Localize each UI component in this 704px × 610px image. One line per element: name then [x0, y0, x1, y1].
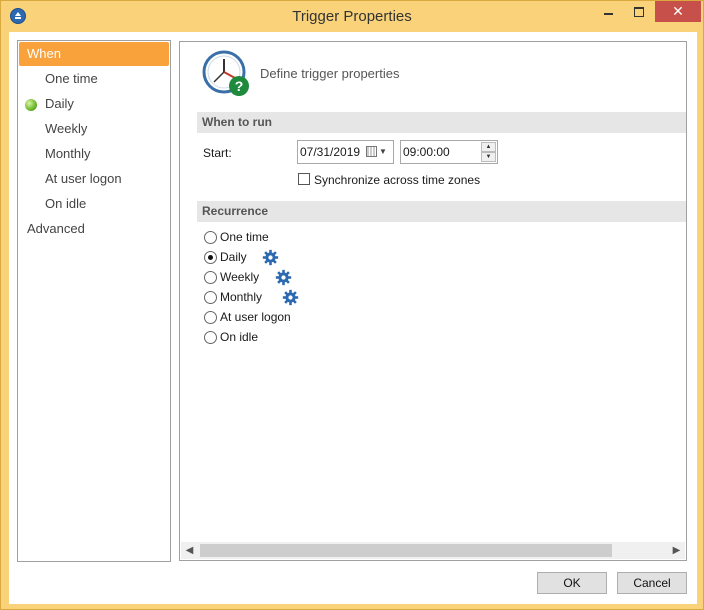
header-title: Define trigger properties [260, 66, 400, 81]
at-user-logon-label[interactable]: At user logon [220, 310, 291, 324]
spin-up-icon[interactable]: ▲ [481, 142, 496, 152]
ok-button[interactable]: OK [537, 572, 607, 594]
monthly-label[interactable]: Monthly [220, 290, 262, 304]
svg-text:?: ? [235, 78, 244, 94]
close-button[interactable]: ✕ [655, 1, 701, 22]
nav-item-advanced[interactable]: Advanced [19, 217, 169, 241]
green-dot-icon [25, 99, 37, 111]
cancel-button[interactable]: Cancel [617, 572, 687, 594]
nav-item-daily[interactable]: Daily [19, 92, 169, 116]
minimize-button[interactable] [595, 1, 623, 23]
one-time-label[interactable]: One time [220, 230, 269, 244]
start-time-input[interactable]: 09:00:00 ▲ ▼ [400, 140, 498, 164]
chevron-down-icon[interactable]: ▼ [379, 141, 387, 163]
at-user-logon-radio[interactable] [204, 311, 217, 324]
nav-item-at-user-logon[interactable]: At user logon [19, 167, 169, 191]
when-to-run-section: When to run [197, 112, 686, 133]
nav-item-monthly[interactable]: Monthly [19, 142, 169, 166]
start-date-value: 07/31/2019 [300, 145, 361, 159]
daily-settings-gear-icon[interactable] [262, 249, 279, 266]
scroll-right-icon[interactable]: ▶ [668, 542, 685, 559]
nav-item-daily-label: Daily [45, 96, 74, 111]
scroll-left-icon[interactable]: ◀ [181, 542, 198, 559]
monthly-radio[interactable] [204, 291, 217, 304]
weekly-radio[interactable] [204, 271, 217, 284]
daily-radio[interactable] [204, 251, 217, 264]
maximize-button[interactable] [625, 1, 653, 23]
weekly-settings-gear-icon[interactable] [275, 269, 292, 286]
on-idle-radio[interactable] [204, 331, 217, 344]
nav-item-on-idle[interactable]: On idle [19, 192, 169, 216]
dialog-window: Trigger Properties ✕ When One time Daily… [0, 0, 704, 610]
daily-label[interactable]: Daily [220, 250, 247, 264]
horizontal-scrollbar[interactable]: ◀ ▶ [181, 542, 685, 559]
calendar-icon[interactable] [366, 146, 377, 157]
start-time-value: 09:00:00 [403, 145, 450, 159]
monthly-settings-gear-icon[interactable] [282, 289, 299, 306]
time-spinner[interactable]: ▲ ▼ [481, 142, 496, 162]
nav-item-one-time[interactable]: One time [19, 67, 169, 91]
trigger-nav: When One time Daily Weekly Monthly At us… [17, 40, 171, 562]
dialog-client-area: When One time Daily Weekly Monthly At us… [9, 32, 697, 604]
sync-timezones-checkbox[interactable] [298, 173, 310, 185]
clock-help-icon: ? [202, 50, 249, 96]
sync-timezones-label[interactable]: Synchronize across time zones [314, 173, 480, 187]
weekly-label[interactable]: Weekly [220, 270, 259, 284]
scroll-thumb[interactable] [200, 544, 612, 557]
start-label: Start: [203, 146, 232, 160]
nav-item-when[interactable]: When [19, 42, 169, 66]
one-time-radio[interactable] [204, 231, 217, 244]
start-date-picker[interactable]: 07/31/2019 ▼ [297, 140, 394, 164]
spin-down-icon[interactable]: ▼ [481, 152, 496, 162]
title-bar[interactable]: Trigger Properties ✕ [1, 1, 703, 31]
properties-panel: ? Define trigger properties When to run … [179, 41, 687, 561]
nav-item-weekly[interactable]: Weekly [19, 117, 169, 141]
on-idle-label[interactable]: On idle [220, 330, 258, 344]
recurrence-section: Recurrence [197, 201, 686, 222]
